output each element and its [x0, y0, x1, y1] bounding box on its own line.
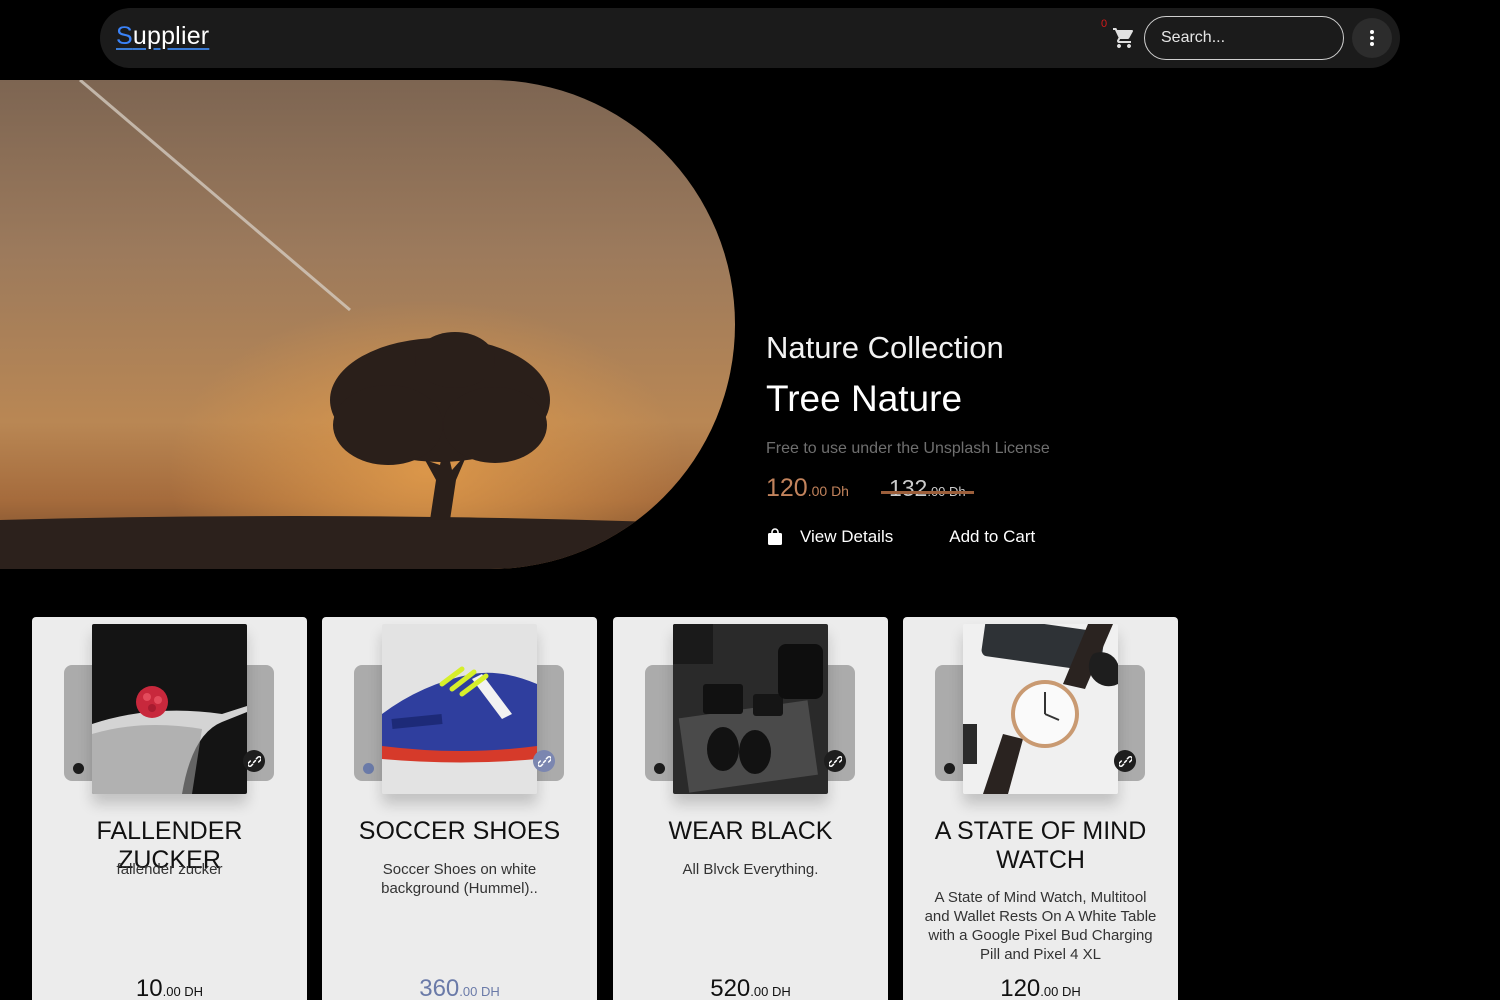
product-price: 10.00 DH — [32, 975, 307, 1000]
product-description: Soccer Shoes on white background (Hummel… — [381, 861, 538, 897]
product-name: WEAR BLACK — [668, 817, 833, 845]
old-price: 132.00 Dh — [880, 475, 974, 502]
shopping-cart-icon[interactable] — [1112, 26, 1138, 52]
view-details-button[interactable]: View Details — [766, 527, 893, 547]
hero-prices: 120.00 Dh 132.00 Dh — [766, 474, 1050, 503]
indicator-dot — [73, 763, 84, 774]
indicator-dot — [944, 763, 955, 774]
product-image — [673, 624, 828, 794]
indicator-dot — [363, 763, 374, 774]
current-price-decimal: .00 Dh — [807, 483, 849, 499]
product-price: 360.00 DH — [322, 975, 597, 1000]
strikethrough-line — [880, 490, 974, 494]
hero-image — [0, 80, 735, 569]
brand-logo[interactable]: Supplier — [116, 22, 209, 51]
product-card[interactable]: SOCCER SHOES Soccer Shoes on white backg… — [322, 617, 597, 1000]
price-decimal: .00 DH — [750, 984, 791, 999]
product-price: 120.00 DH — [903, 975, 1178, 1000]
collection-name: Nature Collection — [766, 330, 1004, 365]
navbar: Supplier 0 — [100, 8, 1400, 68]
product-image — [92, 624, 247, 794]
link-icon[interactable] — [243, 750, 265, 772]
product-description: fallender zucker — [116, 861, 223, 878]
product-name: SOCCER SHOES — [358, 817, 561, 845]
product-description: All Blvck Everything. — [682, 861, 819, 878]
add-to-cart-button[interactable]: Add to Cart — [949, 527, 1035, 547]
product-card[interactable]: A STATE OF MIND WATCH A State of Mind Wa… — [903, 617, 1178, 1000]
hero-actions: View Details Add to Cart — [766, 527, 1050, 547]
current-price: 120.00 Dh — [766, 474, 849, 503]
link-icon[interactable] — [533, 750, 555, 772]
brand-name: upplier — [132, 22, 210, 50]
view-details-label: View Details — [800, 527, 894, 546]
search-input[interactable] — [1144, 16, 1344, 60]
link-icon[interactable] — [824, 750, 846, 772]
license-text: Free to use under the Unsplash License — [766, 440, 1050, 457]
brand-initial: S — [116, 22, 133, 50]
product-card[interactable]: FALLENDER ZUCKER fallender zucker 10.00 … — [32, 617, 307, 1000]
price-decimal: .00 DH — [162, 984, 204, 999]
hero-product-title: Tree Nature — [766, 378, 963, 419]
price-integer: 360 — [419, 975, 460, 1000]
product-card[interactable]: WEAR BLACK All Blvck Everything. 520.00 … — [613, 617, 888, 1000]
current-price-integer: 120 — [766, 474, 808, 502]
price-integer: 10 — [135, 975, 163, 1000]
price-decimal: .00 DH — [1040, 984, 1081, 999]
hero-content: Nature Collection Tree Nature Free to us… — [766, 330, 1050, 547]
price-integer: 120 — [1000, 975, 1041, 1000]
product-name: A STATE OF MIND WATCH — [934, 817, 1147, 874]
indicator-dot — [654, 763, 665, 774]
old-price-integer: 132 — [888, 475, 928, 501]
link-icon[interactable] — [1114, 750, 1136, 772]
product-image — [382, 624, 537, 794]
product-price: 520.00 DH — [613, 975, 888, 1000]
kebab-menu-button[interactable] — [1352, 18, 1392, 58]
cart-count-badge: 0 — [1101, 18, 1108, 30]
shopping-bag-icon — [768, 528, 782, 545]
product-image — [963, 624, 1118, 794]
price-decimal: .00 DH — [459, 984, 500, 999]
product-description: A State of Mind Watch, Multitool and Wal… — [924, 889, 1157, 963]
price-integer: 520 — [710, 975, 751, 1000]
kebab-menu-icon — [1370, 30, 1374, 46]
